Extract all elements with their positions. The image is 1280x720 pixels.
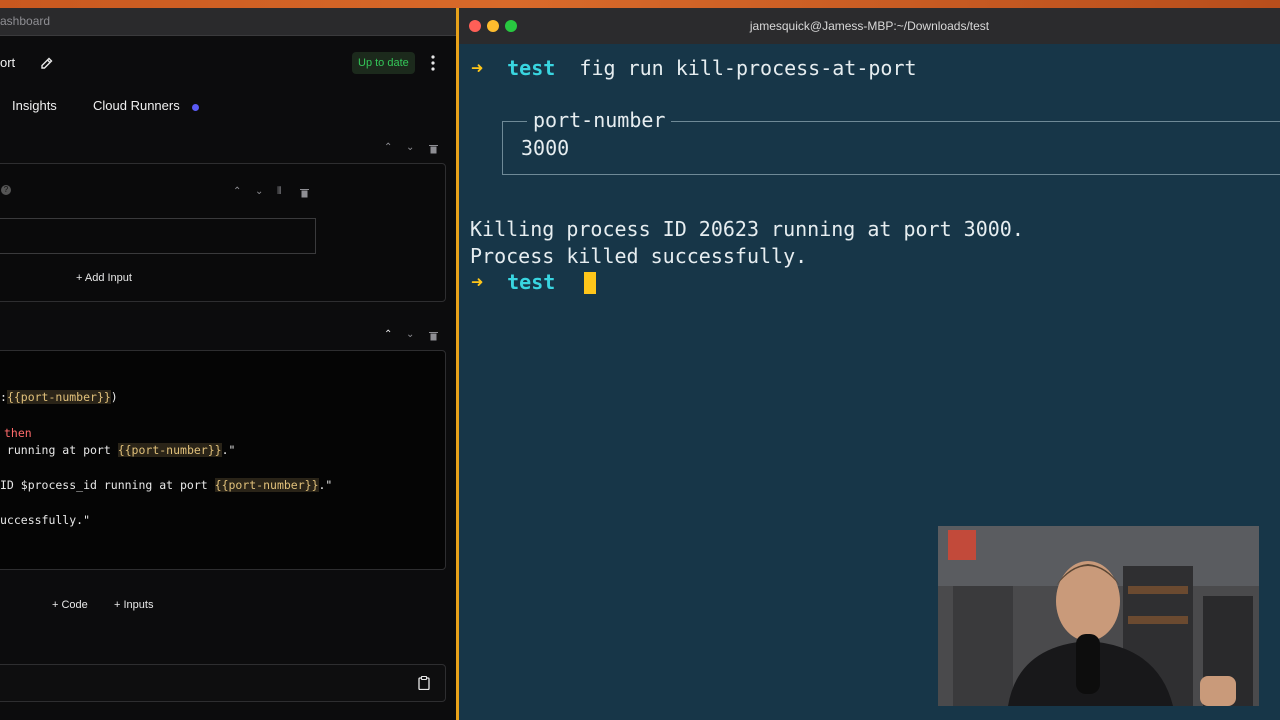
script-title: ort: [0, 55, 16, 70]
terminal-cursor: [584, 272, 596, 294]
prompt-cwd: test: [507, 270, 556, 294]
code-panel[interactable]: [0, 350, 446, 570]
tab-cloud-runners[interactable]: Cloud Runners: [93, 98, 180, 113]
chevron-down-icon[interactable]: ⌄: [406, 329, 414, 340]
presenter-video-frame: [938, 526, 1259, 706]
prompt-cwd: test: [507, 56, 556, 80]
more-options-icon[interactable]: [428, 54, 438, 72]
chevron-up-icon[interactable]: ⌃: [384, 142, 392, 153]
columns-icon[interactable]: ⦀: [277, 186, 281, 197]
prompt-line: ➜ test fig run kill-process-at-port: [471, 56, 917, 80]
output-line: Killing process ID 20623 running at port…: [470, 217, 1024, 241]
chevron-down-icon[interactable]: ⌄: [406, 142, 414, 153]
command-preview-bar: [0, 664, 446, 702]
add-input-button[interactable]: + Add Input: [76, 272, 132, 284]
chevron-down-icon[interactable]: ⌄: [255, 186, 263, 197]
chevron-up-icon[interactable]: ⌃: [233, 186, 241, 197]
terminal-title: jamesquick@Jamess-MBP:~/Downloads/test: [749, 19, 990, 33]
prompt-arrow-icon: ➜: [471, 56, 484, 80]
terminal-title-bar: jamesquick@Jamess-MBP:~/Downloads/test: [459, 8, 1280, 44]
output-line: Process killed successfully.: [470, 244, 808, 268]
edit-icon[interactable]: [40, 56, 54, 70]
clipboard-icon[interactable]: [418, 676, 430, 690]
trash-icon[interactable]: [300, 188, 309, 198]
notification-dot: [192, 104, 199, 111]
add-inputs-button[interactable]: + Inputs: [114, 599, 153, 611]
dashboard-title-bar: ashboard: [0, 8, 456, 36]
code-line: ID $process_id running at port {{port-nu…: [0, 478, 333, 492]
tab-insights[interactable]: Insights: [12, 98, 57, 113]
trash-icon[interactable]: [429, 144, 438, 154]
trash-icon[interactable]: [429, 331, 438, 341]
input-value: 3000: [521, 136, 570, 160]
prompt-line: ➜ test: [471, 270, 555, 294]
add-code-button[interactable]: + Code: [52, 599, 88, 611]
code-line: then: [4, 426, 32, 440]
command-text: fig run kill-process-at-port: [579, 56, 917, 80]
prompt-arrow-icon: ➜: [471, 270, 484, 294]
window-title: ashboard: [0, 14, 51, 28]
input-label: port-number: [527, 108, 672, 132]
input-field[interactable]: [0, 218, 316, 254]
chevron-up-icon[interactable]: ⌃: [384, 329, 392, 340]
code-line: :{{port-number}}): [0, 390, 118, 404]
code-line: uccessfully.": [0, 513, 91, 527]
menu-bar: [0, 0, 1280, 8]
status-badge: Up to date: [352, 52, 415, 74]
webcam-overlay: [938, 526, 1259, 706]
code-line: running at port {{port-number}}.": [0, 443, 236, 457]
help-icon[interactable]: ?: [1, 185, 11, 195]
fig-dashboard-window: ashboard ort Up to date Insights Cloud R…: [0, 8, 456, 720]
